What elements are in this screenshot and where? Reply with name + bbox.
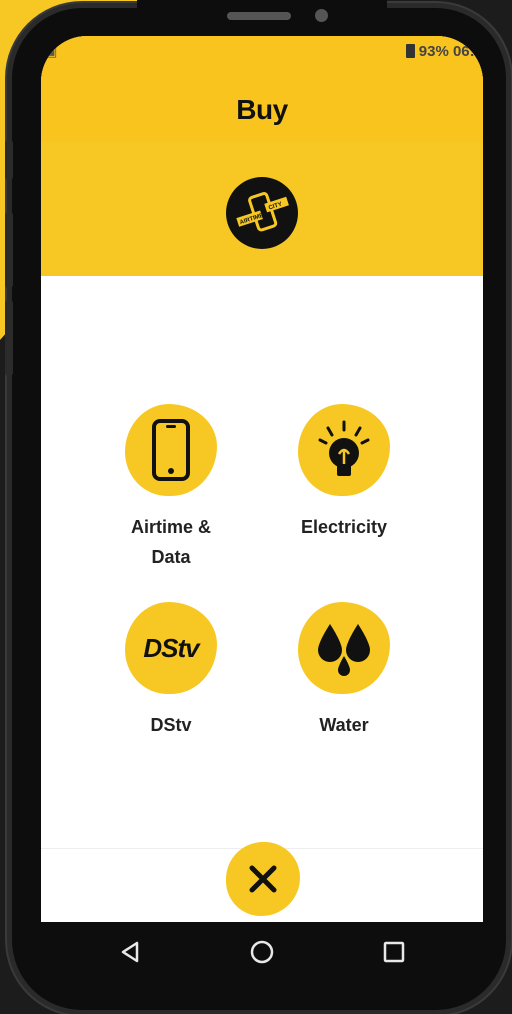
speaker-grille xyxy=(227,12,291,20)
close-icon xyxy=(249,865,277,893)
recents-square-icon xyxy=(383,941,405,963)
dstv-logo-text: DStv xyxy=(143,632,199,663)
service-label: DStv xyxy=(150,715,192,735)
nav-recents-button[interactable] xyxy=(364,922,424,982)
home-circle-icon xyxy=(250,940,274,964)
battery-level: 93% xyxy=(418,43,449,60)
service-electricity[interactable]: Electricity xyxy=(269,404,419,542)
android-nav-bar xyxy=(41,922,483,982)
phone-side-button xyxy=(5,212,13,288)
app-screen: ▣ 93% 06:2 Buy AIRTIME CITY Airtime & Da… xyxy=(41,36,483,922)
front-camera xyxy=(315,9,328,22)
header: ▣ 93% 06:2 Buy AIRTIME CITY xyxy=(41,36,483,276)
phone-side-button xyxy=(5,140,13,180)
close-button[interactable] xyxy=(226,842,300,916)
service-dstv[interactable]: DStv DStv xyxy=(96,602,246,740)
battery-icon xyxy=(405,44,415,58)
airtime-city-logo: AIRTIME CITY xyxy=(226,177,298,249)
phone-side-button xyxy=(5,300,13,376)
clock: 06:2 xyxy=(452,43,483,60)
nav-back-button[interactable] xyxy=(101,922,161,982)
page-title: Buy xyxy=(236,94,288,125)
light-bulb-icon xyxy=(298,404,390,496)
water-drops-icon xyxy=(298,602,390,694)
notification-icon: ▣ xyxy=(45,44,58,59)
service-airtime-data[interactable]: Airtime & Data xyxy=(96,404,246,572)
phone-notch xyxy=(137,0,387,36)
service-label: Airtime & Data xyxy=(130,517,211,567)
phone-icon xyxy=(125,404,217,496)
dstv-logo-icon: DStv xyxy=(125,602,217,694)
status-bar: ▣ 93% 06:2 xyxy=(41,36,483,76)
service-label: Electricity xyxy=(300,517,388,537)
status-right: 93% 06:2 xyxy=(405,43,483,60)
service-label: Water xyxy=(319,715,369,735)
nav-home-button[interactable] xyxy=(232,922,292,982)
service-water[interactable]: Water xyxy=(269,602,419,740)
back-triangle-icon xyxy=(121,941,139,963)
services-grid: Airtime & Data Electricity DStv DStv Wat… xyxy=(41,276,483,846)
